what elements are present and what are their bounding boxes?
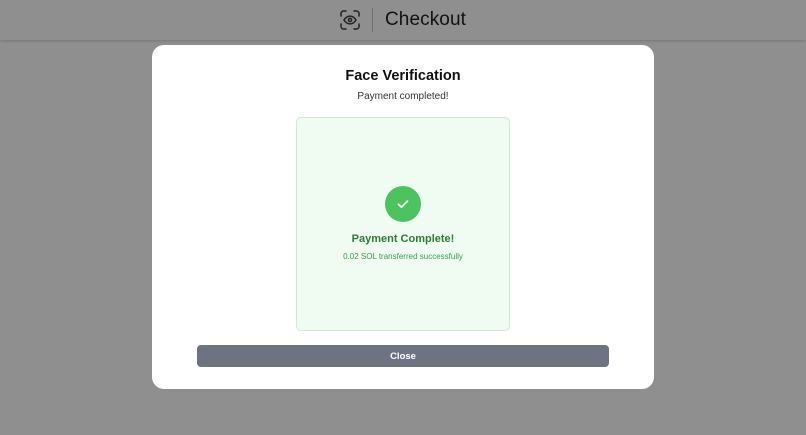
checkout-page: Checkout Face Verification Payment compl… xyxy=(0,0,806,435)
close-button[interactable]: Close xyxy=(197,345,609,367)
check-icon xyxy=(385,186,421,222)
brand: Checkout xyxy=(340,8,466,32)
header-divider xyxy=(371,8,373,32)
top-header: Checkout xyxy=(0,0,806,40)
eye-scan-icon xyxy=(340,10,360,30)
status-title: Payment Complete! xyxy=(351,233,455,245)
modal-subtitle: Payment completed! xyxy=(357,91,449,102)
modal-title: Face Verification xyxy=(345,68,461,84)
header-title: Checkout xyxy=(384,9,467,30)
status-detail: 0.02 SOL transferred successfully xyxy=(343,252,463,261)
face-verification-modal: Face Verification Payment completed! Pay… xyxy=(152,45,654,389)
payment-status-panel: Payment Complete! 0.02 SOL transferred s… xyxy=(296,117,510,331)
